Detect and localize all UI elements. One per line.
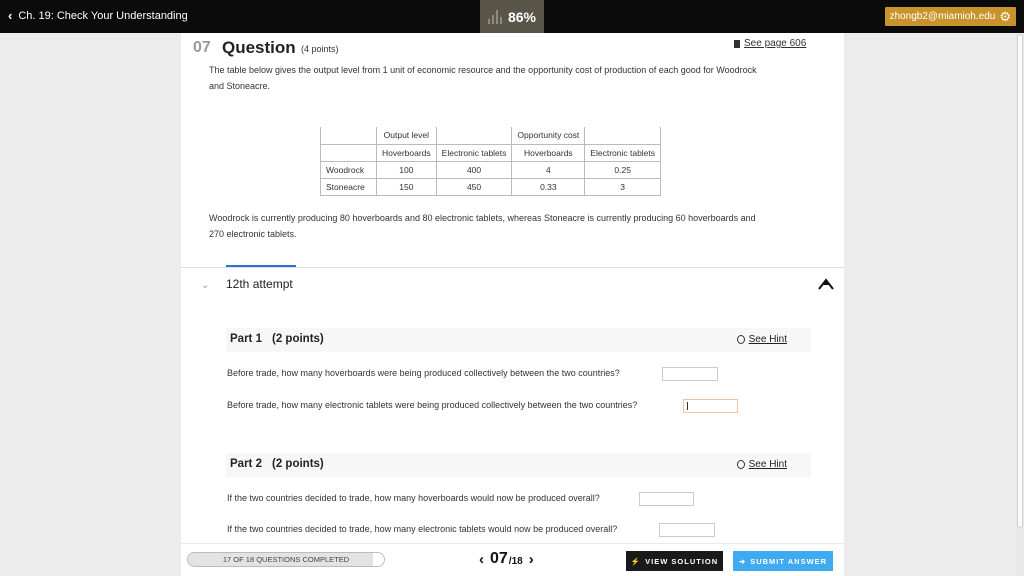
table-cell-empty <box>320 143 377 162</box>
see-page-link[interactable]: See page 606 <box>734 38 806 49</box>
table-cell-empty <box>320 127 377 145</box>
table-cell: 150 <box>376 177 437 196</box>
answer-input[interactable] <box>662 367 718 381</box>
question-prompt: Before trade, how many electronic tablet… <box>227 400 638 410</box>
question-intro-line: The table below gives the output level f… <box>209 65 757 75</box>
view-solution-label: VIEW SOLUTION <box>645 556 719 566</box>
chevron-right-icon[interactable]: › <box>529 551 534 568</box>
question-prompt: If the two countries decided to trade, h… <box>227 493 600 503</box>
table-cell-empty <box>584 127 662 145</box>
table-col-tablets: Electronic tablets <box>435 143 513 162</box>
table-group-output: Output level <box>376 127 437 145</box>
scenario-text: Woodrock is currently producing 80 hover… <box>209 210 789 242</box>
question-nav: ‹ 07 /18 › <box>479 550 534 568</box>
question-panel: 07 Question (4 points) See page 606 The … <box>181 33 844 543</box>
user-menu[interactable]: zhongb2@miamioh.edu ⚙ <box>884 7 1016 26</box>
part-label: Part 2 <box>230 458 262 470</box>
question-intro-line: and Stoneacre. <box>209 81 271 91</box>
hint-label: See Hint <box>748 459 787 470</box>
chevron-left-icon: ‹ <box>8 8 13 23</box>
book-icon <box>734 39 740 48</box>
score-badge: 86% <box>480 0 544 33</box>
part-2-header: Part 2 (2 points) See Hint <box>226 453 811 477</box>
table-col-tablets: Electronic tablets <box>584 143 662 162</box>
bottom-bar: 17 OF 18 QUESTIONS COMPLETED ‹ 07 /18 › … <box>181 543 844 576</box>
scenario-line: Woodrock is currently producing 80 hover… <box>209 213 756 223</box>
part-label: Part 1 <box>230 333 262 345</box>
answer-input[interactable] <box>683 399 738 413</box>
table-row-label: Woodrock <box>320 160 377 179</box>
back-link[interactable]: ‹ Ch. 19: Check Your Understanding <box>8 9 188 22</box>
table-header-row: Hoverboards Electronic tablets Hoverboar… <box>320 143 662 162</box>
table-cell: 0.25 <box>584 160 662 179</box>
part-points: (2 points) <box>272 458 324 470</box>
table-row: Woodrock 100 400 4 0.25 <box>320 160 662 179</box>
table-group-opportunity: Opportunity cost <box>511 127 586 145</box>
submit-answer-button[interactable]: ➜ SUBMIT ANSWER <box>733 551 833 571</box>
bolt-icon: ⚡ <box>630 556 642 566</box>
active-tab-indicator <box>226 265 296 267</box>
question-intro: The table below gives the output level f… <box>209 62 789 94</box>
gear-icon[interactable]: ⚙ <box>999 10 1011 23</box>
question-number: 07 <box>193 39 211 56</box>
table-cell: 0.33 <box>511 177 586 196</box>
question-prompt: Before trade, how many hoverboards were … <box>227 368 620 378</box>
scenario-line: 270 electronic tablets. <box>209 229 297 239</box>
table-row: Stoneacre 150 450 0.33 3 <box>320 177 662 196</box>
hint-label: See Hint <box>748 334 787 345</box>
question-prompt: If the two countries decided to trade, h… <box>227 524 618 534</box>
send-icon: ➜ <box>738 556 747 566</box>
data-table: Output level Opportunity cost Hoverboard… <box>320 127 662 196</box>
collapse-arrow-icon[interactable] <box>817 277 835 291</box>
question-title: Question <box>222 38 296 57</box>
table-cell: 400 <box>435 160 513 179</box>
see-page-label: See page 606 <box>744 38 807 49</box>
part-points: (2 points) <box>272 333 324 345</box>
user-email: zhongb2@miamioh.edu <box>889 11 996 22</box>
submit-label: SUBMIT ANSWER <box>750 556 828 566</box>
lightbulb-icon <box>736 335 745 344</box>
score-value: 86% <box>507 8 537 25</box>
top-bar: ‹ Ch. 19: Check Your Understanding 86% z… <box>0 0 1024 33</box>
bar-chart-icon <box>487 9 502 24</box>
part-1-header: Part 1 (2 points) See Hint <box>226 328 811 352</box>
table-cell: 4 <box>511 160 586 179</box>
see-hint-link[interactable]: See Hint <box>736 459 787 470</box>
chevron-left-icon[interactable]: ‹ <box>479 551 484 568</box>
progress-text: 17 OF 18 QUESTIONS COMPLETED <box>222 555 350 564</box>
table-col-hoverboards: Hoverboards <box>376 143 437 162</box>
section-divider <box>181 267 844 268</box>
table-cell: 3 <box>584 177 662 196</box>
attempt-label[interactable]: 12th attempt <box>226 277 293 291</box>
see-hint-link[interactable]: See Hint <box>736 334 787 345</box>
answer-input[interactable] <box>639 492 694 506</box>
table-cell-empty <box>435 127 513 145</box>
table-col-hoverboards: Hoverboards <box>511 143 586 162</box>
table-header-row: Output level Opportunity cost <box>320 127 662 145</box>
table-row-label: Stoneacre <box>320 177 377 196</box>
question-points: (4 points) <box>301 44 339 54</box>
progress-bar: 17 OF 18 QUESTIONS COMPLETED <box>187 552 385 567</box>
answer-input[interactable] <box>659 523 715 537</box>
back-label: Ch. 19: Check Your Understanding <box>18 9 188 22</box>
total-questions: /18 <box>508 555 523 567</box>
current-question: 07 <box>490 550 508 567</box>
table-cell: 100 <box>376 160 437 179</box>
scrollbar-thumb[interactable] <box>1017 34 1023 528</box>
chevron-down-icon[interactable]: ⌄ <box>201 280 209 291</box>
table-cell: 450 <box>435 177 513 196</box>
lightbulb-icon <box>736 460 745 469</box>
view-solution-button[interactable]: ⚡ VIEW SOLUTION <box>626 551 723 571</box>
